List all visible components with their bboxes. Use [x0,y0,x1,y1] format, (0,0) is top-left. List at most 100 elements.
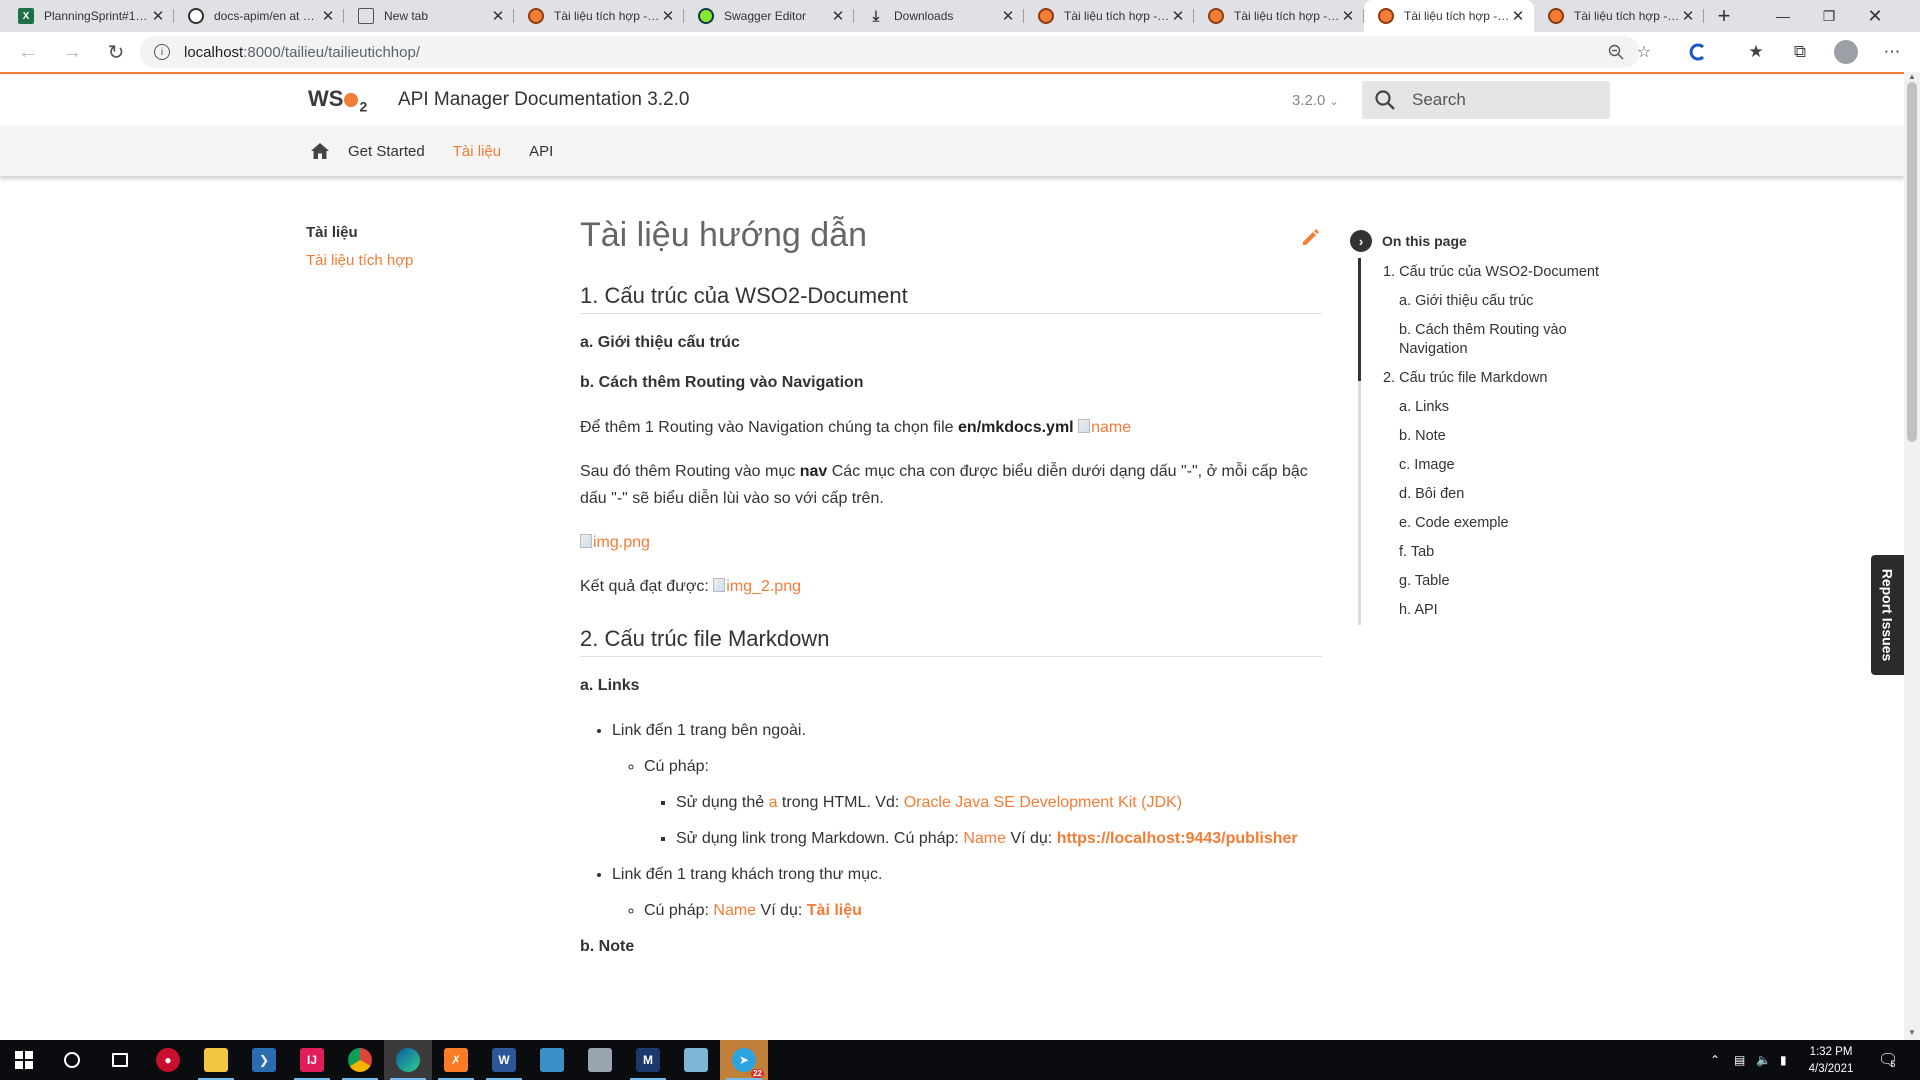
section-1-heading: 1. Cấu trúc của WSO2-Document [580,283,1322,314]
network-icon[interactable]: ▤ [1734,1040,1745,1080]
browser-tab[interactable]: Tài liệu tích hợp - WSO2✕ [1534,0,1704,32]
notification-center-icon[interactable]: 🗨 5 [1878,1040,1898,1080]
sidebar-item-tai-lieu-tich-hop[interactable]: Tài liệu tích hợp [306,252,413,269]
intellij-icon: IJ [300,1048,324,1072]
taskbar-app-explorer[interactable] [192,1040,240,1080]
forward-button[interactable]: → [54,36,90,68]
scrollbar-thumb[interactable] [1907,82,1917,442]
toc-item[interactable]: 1. Cấu trúc của WSO2-Document [1383,258,1620,287]
search-input[interactable] [1412,90,1592,110]
settings-menu-icon[interactable]: ⋯ [1876,36,1908,68]
taskbar-app-notes[interactable] [672,1040,720,1080]
reload-button[interactable]: ↻ [98,36,134,68]
site-title[interactable]: API Manager Documentation 3.2.0 [398,89,690,111]
toc-item[interactable]: g. Table [1383,567,1620,596]
search-box[interactable] [1362,81,1610,119]
search-button[interactable] [48,1040,96,1080]
tab-close-icon[interactable]: ✕ [1510,8,1526,25]
nav-tai-lieu[interactable]: Tài liệu [453,143,501,160]
tab-close-icon[interactable]: ✕ [1000,8,1016,25]
volume-icon[interactable]: 🔈 [1756,1040,1771,1080]
browser-tab[interactable]: Tài liệu tích hợp - WSO2✕ [1024,0,1194,32]
maximize-button[interactable]: ❐ [1806,0,1852,32]
url-path: :8000/tailieu/tailieutichhop/ [243,43,420,61]
toc-item[interactable]: h. API [1383,596,1620,625]
int-name-link[interactable]: Name [713,902,756,919]
browser-tab[interactable]: X PlanningSprint#18.xlsx✕ [4,0,174,32]
toc-header[interactable]: › On this page [1350,230,1620,252]
collections-icon[interactable]: ⧉ [1784,36,1816,68]
sidebar-title[interactable]: Tài liệu [306,224,413,241]
task-view-button[interactable] [96,1040,144,1080]
toc-item[interactable]: a. Giới thiệu cấu trúc [1383,287,1620,316]
jdk-link[interactable]: Oracle Java SE Development Kit (JDK) [904,794,1182,811]
tab-close-icon[interactable]: ✕ [320,8,336,25]
scroll-down-arrow[interactable]: ▼ [1904,1028,1920,1040]
nav-get-started[interactable]: Get Started [348,143,425,160]
taskbar-clock[interactable]: 1:32 PM 4/3/2021 [1800,1044,1862,1078]
extension-icon[interactable] [1682,36,1714,68]
battery-icon[interactable]: ▮ [1780,1040,1787,1080]
site-info-icon[interactable]: i [154,44,170,60]
tab-close-icon[interactable]: ✕ [150,8,166,25]
browser-tab[interactable]: ⤓ Downloads ✕ [854,0,1024,32]
taskbar-app-app2[interactable] [576,1040,624,1080]
taskbar-app-xampp[interactable]: ✗ [432,1040,480,1080]
taskbar-app-app1[interactable] [528,1040,576,1080]
browser-tab[interactable]: Tài liệu tích hợp - WSO2✕ [514,0,684,32]
taskbar-app-word[interactable]: W [480,1040,528,1080]
page-scrollbar[interactable]: ▲ ▼ [1904,72,1920,1040]
tab-title: Downloads [894,9,954,23]
taskbar-app-edge[interactable] [384,1040,432,1080]
taskbar-app-chrome[interactable] [336,1040,384,1080]
toc-item[interactable]: b. Note [1383,422,1620,451]
edge-icon [396,1048,420,1072]
taskbar-app-telegram[interactable]: ➤ 22 [720,1040,768,1080]
toc-item[interactable]: a. Links [1383,393,1620,422]
taskbar-app-game[interactable]: ● [144,1040,192,1080]
minimize-button[interactable]: — [1760,0,1806,32]
browser-tab[interactable]: docs-apim/en at master✕ [174,0,344,32]
tab-close-icon[interactable]: ✕ [1680,8,1696,25]
favorites-icon[interactable]: ★ [1740,36,1772,68]
tai-lieu-link[interactable]: Tài liệu [807,902,862,919]
toc-item[interactable]: e. Code exemple [1383,509,1620,538]
browser-tab[interactable]: Swagger Editor ✕ [684,0,854,32]
add-favorite-icon[interactable]: ☆ [1628,36,1660,68]
address-bar[interactable]: i localhost:8000/tailieu/tailieutichhop/… [140,36,1651,68]
taskbar-app-app3[interactable]: M [624,1040,672,1080]
home-icon[interactable] [310,141,330,161]
tab-close-icon[interactable]: ✕ [660,8,676,25]
browser-tab[interactable]: Tài liệu tích hợp - WSO2✕ [1194,0,1364,32]
url-text[interactable]: localhost:8000/tailieu/tailieutichhop/ [184,44,420,61]
tab-title: Tài liệu tích hợp - WSO2 [554,9,660,23]
task-view-icon [112,1053,128,1067]
taskbar-app-intellij[interactable]: IJ [288,1040,336,1080]
tab-close-icon[interactable]: ✕ [1170,8,1186,25]
toc-item[interactable]: d. Bôi đen [1383,480,1620,509]
version-selector[interactable]: 3.2.0 ⌄ [1292,92,1339,109]
nav-api[interactable]: API [529,143,553,160]
close-window-button[interactable]: ✕ [1852,0,1898,32]
toc-item[interactable]: f. Tab [1383,538,1620,567]
show-hidden-icons[interactable]: ⌃ [1710,1040,1720,1080]
version-label: 3.2.0 [1292,92,1326,109]
new-tab-button[interactable]: + [1708,0,1740,32]
toc-item[interactable]: 2. Cấu trúc file Markdown [1383,364,1620,393]
profile-avatar[interactable] [1830,36,1862,68]
back-button[interactable]: ← [10,36,46,68]
browser-tab[interactable]: Tài liệu tích hợp - WSO2✕ [1364,0,1534,32]
tab-close-icon[interactable]: ✕ [830,8,846,25]
tab-close-icon[interactable]: ✕ [490,8,506,25]
taskbar-app-vscode[interactable]: ❯ [240,1040,288,1080]
browser-tab[interactable]: New tab ✕ [344,0,514,32]
tab-close-icon[interactable]: ✕ [1340,8,1356,25]
edit-pencil-icon[interactable] [1300,226,1322,248]
wso2-logo[interactable]: WS 2 [308,86,367,114]
publisher-url-link[interactable]: https://localhost:9443/publisher [1057,830,1298,847]
md-name-link[interactable]: Name [963,830,1006,847]
report-issues-button[interactable]: Report Issues [1871,555,1904,675]
start-button[interactable] [0,1040,48,1080]
toc-item[interactable]: b. Cách thêm Routing vào Navigation [1383,316,1620,364]
toc-item[interactable]: c. Image [1383,451,1620,480]
